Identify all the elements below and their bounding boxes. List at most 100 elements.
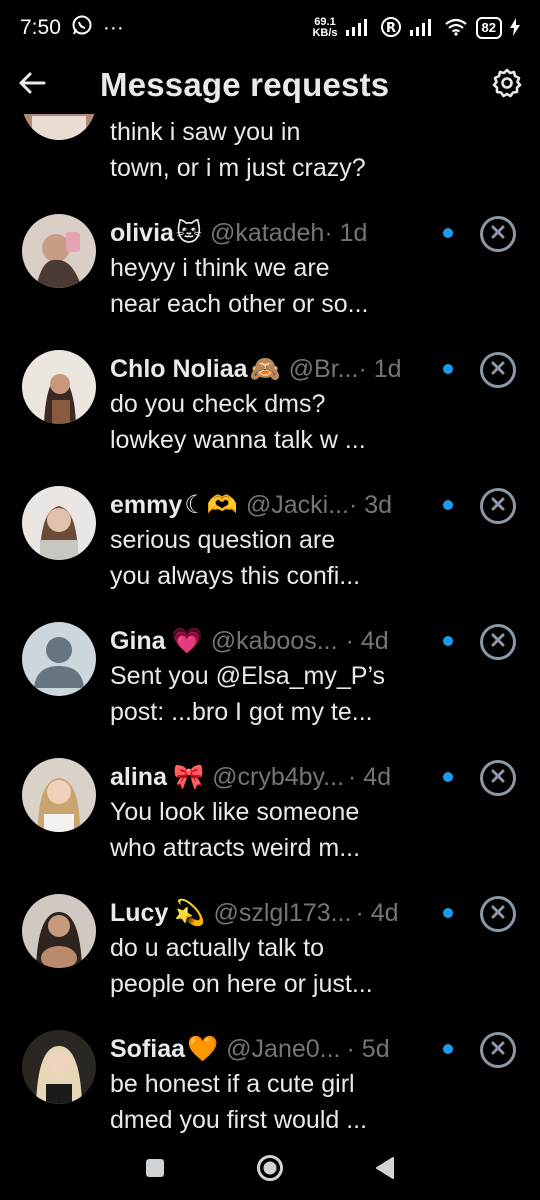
message-preview: serious question are you always this con… xyxy=(110,522,440,594)
preview-line: do u actually talk to xyxy=(110,934,325,962)
preview-line: serious question are xyxy=(110,526,336,554)
dismiss-button[interactable] xyxy=(480,896,516,932)
avatar xyxy=(22,894,96,968)
roaming-icon: R xyxy=(380,16,402,41)
message-preview: do you check dms? lowkey wanna talk w ..… xyxy=(110,386,440,458)
sender-line: emmy ☾🫶 @Jacki... · 3d xyxy=(110,488,392,522)
message-requests-list: think i saw you in town, or i m just cra… xyxy=(0,114,540,1140)
wifi-icon xyxy=(444,18,468,39)
system-back-button[interactable] xyxy=(375,1156,395,1185)
sender-emoji: 🧡 xyxy=(187,1034,219,1063)
unread-dot xyxy=(443,1044,453,1054)
unread-dot xyxy=(443,364,453,374)
message-request-item[interactable]: think i saw you in town, or i m just cra… xyxy=(0,114,540,214)
message-request-item[interactable]: Lucy 💫 @szlgl173... · 4d do u actually t… xyxy=(0,894,540,1030)
preview-line: Sent you @Elsa_my_P’s xyxy=(110,662,386,690)
preview-line: dmed you first would ... xyxy=(110,1106,368,1134)
close-icon xyxy=(490,1040,506,1061)
unread-dot xyxy=(443,908,453,918)
message-time: · 4d xyxy=(345,626,389,655)
sender-name: emmy xyxy=(110,490,183,519)
message-request-item[interactable]: olivia 🐱 @katadeh · 1d heyyy i think we … xyxy=(0,214,540,350)
square-icon xyxy=(145,1158,165,1182)
sender-line: Gina 💗 @kaboos... · 4d xyxy=(110,624,389,658)
avatar xyxy=(22,1030,96,1104)
sender-emoji: 🐱 xyxy=(175,219,202,247)
preview-line: heyyy i think we are xyxy=(110,254,330,282)
svg-text:R: R xyxy=(386,21,396,36)
message-request-item[interactable]: emmy ☾🫶 @Jacki... · 3d serious question … xyxy=(0,486,540,622)
network-speed: 69.1 KB/s xyxy=(312,17,337,39)
dismiss-button[interactable] xyxy=(480,216,516,252)
whatsapp-icon xyxy=(71,14,93,42)
message-time: · 5d xyxy=(346,1034,390,1063)
preview-line: think i saw you in xyxy=(110,118,301,146)
sender-line: alina 🎀 @cryb4by... · 4d xyxy=(110,760,391,794)
preview-line: who attracts weird m... xyxy=(110,834,361,862)
dismiss-button[interactable] xyxy=(480,624,516,660)
settings-button[interactable] xyxy=(478,63,522,107)
dismiss-button[interactable] xyxy=(480,760,516,796)
message-time: · 4d xyxy=(355,898,399,927)
status-left: 7:50 ··· xyxy=(20,14,124,42)
back-button[interactable] xyxy=(18,61,66,109)
sender-handle: @Jane0... xyxy=(226,1034,341,1063)
close-icon xyxy=(490,360,506,381)
message-request-item[interactable]: Sofiaa 🧡 @Jane0... · 5d be honest if a c… xyxy=(0,1030,540,1140)
gear-icon xyxy=(492,68,522,103)
sender-handle: @szlgl173... xyxy=(213,898,352,927)
preview-line: post: ...bro I got my te... xyxy=(110,698,373,726)
preview-line: be honest if a cute girl xyxy=(110,1070,355,1098)
arrow-left-icon xyxy=(18,71,46,100)
unread-dot xyxy=(443,772,453,782)
charging-icon xyxy=(510,17,520,39)
close-icon xyxy=(490,904,506,925)
avatar xyxy=(22,214,96,288)
message-request-item[interactable]: Chlo Noliaa 🙈 @Br... · 1d do you check d… xyxy=(0,350,540,486)
message-time: · 4d xyxy=(348,762,392,791)
home-button[interactable] xyxy=(255,1153,285,1188)
avatar xyxy=(22,486,96,560)
message-preview: heyyy i think we are near each other or … xyxy=(110,250,440,322)
status-right: 69.1 KB/s R 82 xyxy=(312,16,520,41)
header: Message requests xyxy=(0,56,540,114)
message-time: · 1d xyxy=(324,218,368,247)
preview-line: You look like someone xyxy=(110,798,360,826)
triangle-icon xyxy=(375,1156,395,1184)
speed-unit: KB/s xyxy=(312,27,338,39)
sender-name: Sofiaa xyxy=(110,1034,186,1063)
unread-dot xyxy=(443,228,453,238)
sender-name: Gina xyxy=(110,626,166,655)
unread-dot xyxy=(443,500,453,510)
sender-name: olivia xyxy=(110,218,174,247)
sender-emoji: 🎀 xyxy=(172,762,205,791)
message-preview: do u actually talk to people on here or … xyxy=(110,930,440,1002)
sender-name: alina xyxy=(110,762,167,791)
sender-line: Sofiaa 🧡 @Jane0... · 5d xyxy=(110,1032,390,1066)
sender-name: Lucy xyxy=(110,898,169,927)
status-bar: 7:50 ··· 69.1 KB/s R 82 xyxy=(0,0,540,56)
recents-button[interactable] xyxy=(145,1158,165,1183)
avatar xyxy=(22,622,96,696)
sender-handle: @Br... xyxy=(288,354,359,383)
message-time: · 1d xyxy=(358,354,402,383)
dismiss-button[interactable] xyxy=(480,488,516,524)
message-preview: think i saw you in town, or i m just cra… xyxy=(110,114,440,186)
sender-line: Chlo Noliaa 🙈 @Br... · 1d xyxy=(110,352,402,386)
sender-emoji: 💫 xyxy=(174,898,206,927)
circle-icon xyxy=(255,1154,285,1187)
sender-emoji: 🙈 xyxy=(249,354,281,383)
system-nav-bar xyxy=(0,1140,540,1200)
preview-line: do you check dms? xyxy=(110,390,326,418)
message-request-item[interactable]: Gina 💗 @kaboos... · 4d Sent you @Elsa_my… xyxy=(0,622,540,758)
sender-handle: @cryb4by... xyxy=(212,762,345,791)
sender-handle: @katadeh xyxy=(209,218,325,247)
preview-line: you always this confi... xyxy=(110,562,361,590)
close-icon xyxy=(490,632,506,653)
close-icon xyxy=(490,496,506,517)
sender-line: Lucy 💫 @szlgl173... · 4d xyxy=(110,896,399,930)
message-request-item[interactable]: alina 🎀 @cryb4by... · 4d You look like s… xyxy=(0,758,540,894)
dismiss-button[interactable] xyxy=(480,352,516,388)
dismiss-button[interactable] xyxy=(480,1032,516,1068)
status-time: 7:50 xyxy=(20,16,61,39)
